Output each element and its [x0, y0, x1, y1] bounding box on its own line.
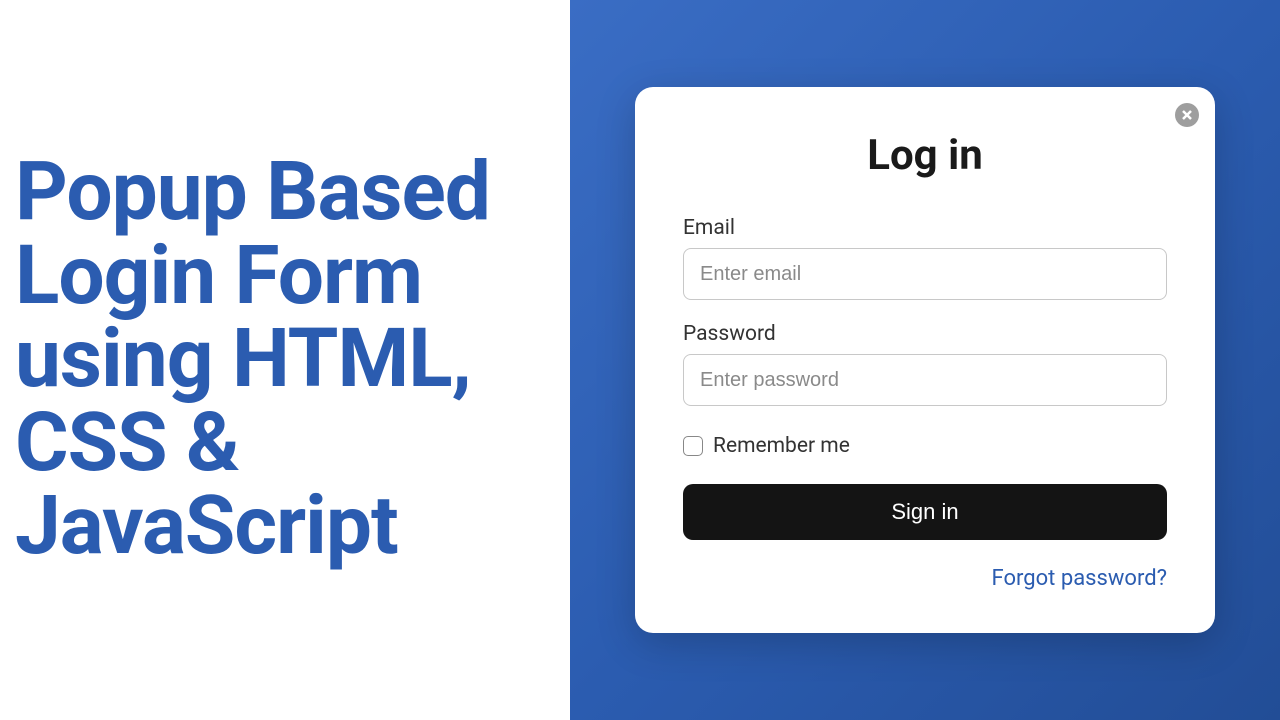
email-group: Email: [683, 216, 1167, 300]
remember-label: Remember me: [713, 434, 850, 458]
password-group: Password: [683, 322, 1167, 406]
password-field[interactable]: [683, 354, 1167, 406]
login-title: Log in: [683, 131, 1167, 180]
email-field[interactable]: [683, 248, 1167, 300]
remember-row: Remember me: [683, 434, 1167, 458]
close-icon: [1181, 109, 1193, 121]
gradient-panel: Log in Email Password Remember me Sign i…: [570, 0, 1280, 720]
forgot-password-link[interactable]: Forgot password?: [683, 566, 1167, 591]
password-label: Password: [683, 322, 1167, 346]
close-button[interactable]: [1175, 103, 1199, 127]
headline-text: Popup Based Login Form using HTML, CSS &…: [15, 151, 570, 569]
signin-button[interactable]: Sign in: [683, 484, 1167, 540]
headline-panel: Popup Based Login Form using HTML, CSS &…: [0, 0, 570, 720]
login-popup: Log in Email Password Remember me Sign i…: [635, 87, 1215, 633]
email-label: Email: [683, 216, 1167, 240]
remember-checkbox[interactable]: [683, 436, 703, 456]
